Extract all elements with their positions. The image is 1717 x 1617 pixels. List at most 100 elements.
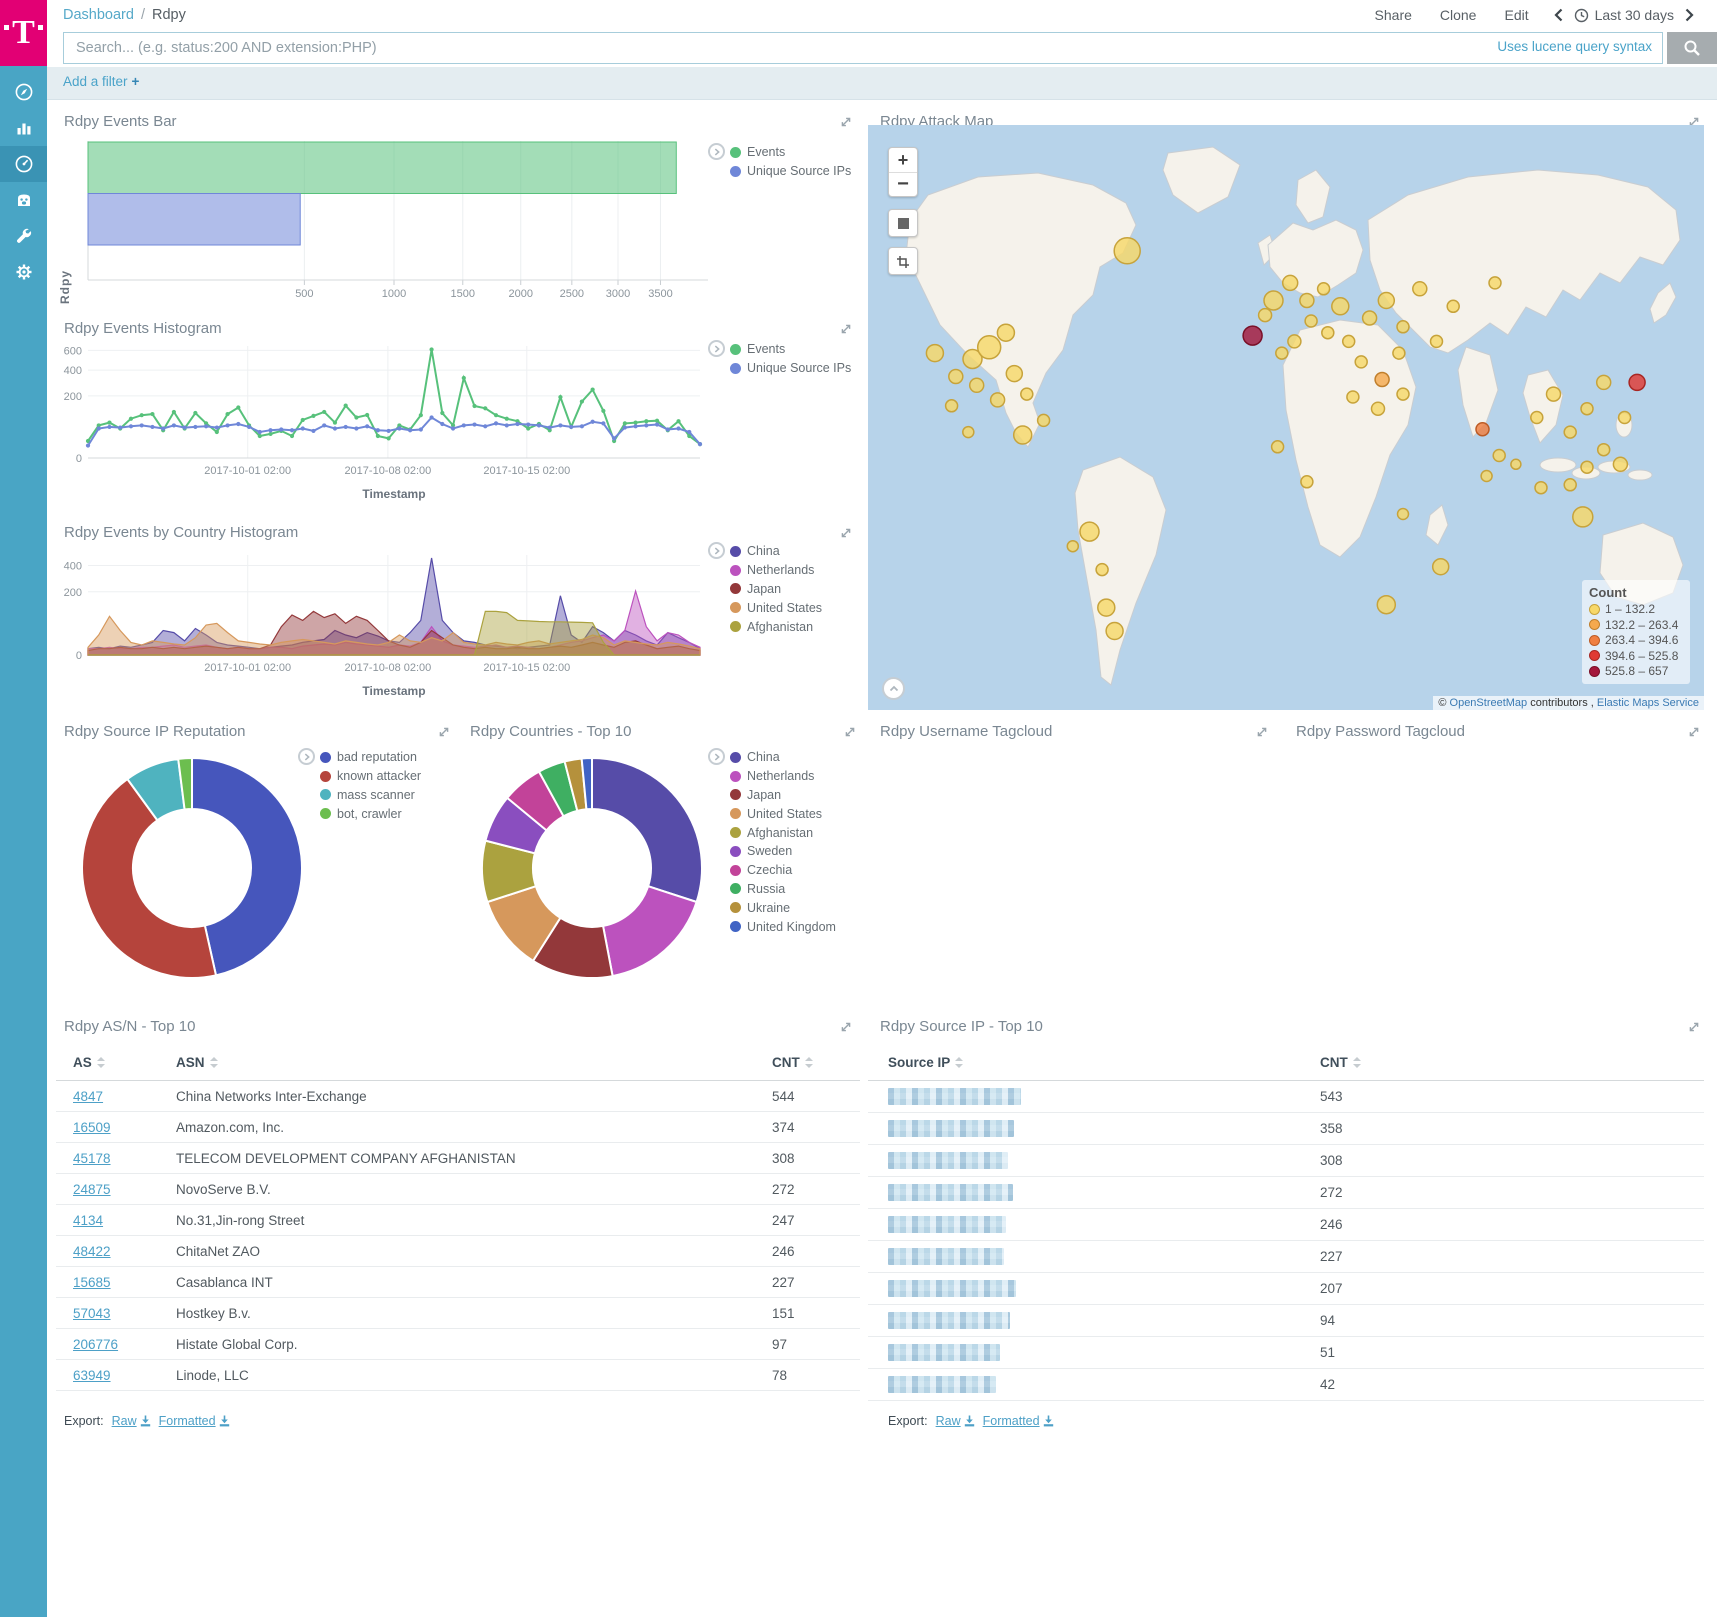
legend-item[interactable]: mass scanner — [320, 786, 421, 805]
draw-rectangle-button[interactable] — [888, 247, 918, 275]
sort-icon[interactable] — [955, 1056, 963, 1071]
attack-bubble[interactable] — [1067, 541, 1078, 552]
attack-bubble[interactable] — [1014, 426, 1032, 444]
attack-bubble[interactable] — [1535, 482, 1547, 494]
attack-bubble[interactable] — [1372, 402, 1385, 415]
attack-bubble[interactable] — [1098, 599, 1115, 616]
legend-item[interactable]: Unique Source IPs — [730, 162, 851, 181]
expand-panel-icon[interactable] — [1256, 725, 1268, 737]
legend-item[interactable]: United States — [730, 598, 822, 617]
export-formatted-link[interactable]: Formatted — [159, 1414, 230, 1428]
attack-bubble[interactable] — [1581, 403, 1593, 415]
column-header-CNT[interactable]: CNT — [755, 1046, 860, 1081]
sort-icon[interactable] — [805, 1056, 813, 1071]
attack-bubble[interactable] — [1397, 388, 1409, 400]
lucene-syntax-link[interactable]: Uses lucene query syntax — [1491, 39, 1652, 54]
bar-Events[interactable] — [88, 142, 676, 194]
legend-item[interactable]: Japan — [730, 786, 836, 805]
as-link[interactable]: 15685 — [73, 1275, 111, 1290]
attack-bubble[interactable] — [1363, 311, 1377, 325]
column-header-ASN[interactable]: ASN — [159, 1046, 755, 1081]
as-link[interactable]: 24875 — [73, 1182, 111, 1197]
attack-bubble[interactable] — [1375, 373, 1389, 387]
expand-panel-icon[interactable] — [844, 725, 856, 737]
attack-bubble[interactable] — [926, 345, 943, 362]
sidebar-item-discover[interactable] — [0, 74, 47, 110]
edit-button[interactable]: Edit — [1504, 7, 1528, 23]
sidebar-item-management[interactable] — [0, 254, 47, 290]
attack-bubble[interactable] — [978, 336, 1001, 359]
expand-panel-icon[interactable] — [840, 322, 852, 334]
legend-item[interactable]: Events — [730, 143, 851, 162]
legend-item[interactable]: United Kingdom — [730, 917, 836, 936]
attack-bubble[interactable] — [1272, 441, 1284, 453]
sort-icon[interactable] — [1353, 1056, 1361, 1071]
legend-item[interactable]: Ukraine — [730, 898, 836, 917]
share-button[interactable]: Share — [1375, 7, 1412, 23]
column-header-Source IP[interactable]: Source IP — [868, 1046, 1300, 1081]
legend-toggle-icon[interactable] — [708, 748, 725, 765]
as-link[interactable]: 4134 — [73, 1213, 103, 1228]
legend-item[interactable]: Unique Source IPs — [730, 359, 851, 378]
openstreetmap-link[interactable]: OpenStreetMap — [1450, 697, 1528, 709]
as-link[interactable]: 16509 — [73, 1120, 111, 1135]
attack-bubble[interactable] — [1301, 476, 1313, 488]
attack-bubble[interactable] — [1476, 423, 1489, 436]
breadcrumb-dashboard-link[interactable]: Dashboard — [63, 7, 134, 23]
export-raw-link[interactable]: Raw — [936, 1414, 975, 1428]
attack-map[interactable]: + − Count 1 – 132.2132.2 – 263.4263.4 – … — [868, 125, 1704, 710]
attack-bubble[interactable] — [1347, 391, 1359, 403]
search-input[interactable] — [64, 33, 1662, 63]
legend-item[interactable]: Japan — [730, 580, 822, 599]
attack-bubble[interactable] — [1431, 335, 1443, 347]
expand-panel-icon[interactable] — [840, 1020, 852, 1032]
expand-panel-icon[interactable] — [438, 725, 450, 737]
attack-bubble[interactable] — [963, 427, 974, 438]
expand-panel-icon[interactable] — [840, 526, 852, 538]
telekom-logo[interactable]: T — [0, 0, 47, 66]
legend-item[interactable]: Czechia — [730, 861, 836, 880]
attack-bubble[interactable] — [991, 393, 1005, 407]
as-link[interactable]: 206776 — [73, 1337, 118, 1352]
attack-bubble[interactable] — [1114, 238, 1140, 264]
legend-item[interactable]: China — [730, 748, 836, 767]
search-button[interactable] — [1667, 32, 1717, 64]
attack-bubble[interactable] — [1305, 315, 1317, 327]
attack-bubble[interactable] — [1433, 559, 1449, 575]
attack-bubble[interactable] — [1573, 507, 1593, 527]
legend-item[interactable]: Netherlands — [730, 561, 822, 580]
time-range-picker[interactable]: Last 30 days — [1574, 7, 1674, 23]
attack-bubble[interactable] — [1547, 387, 1561, 401]
attack-bubble[interactable] — [1581, 461, 1593, 473]
legend-item[interactable]: Events — [730, 340, 851, 359]
attack-bubble[interactable] — [1481, 471, 1492, 482]
expand-panel-icon[interactable] — [1688, 725, 1700, 737]
attack-bubble[interactable] — [1511, 459, 1521, 469]
sidebar-item-timelion[interactable] — [0, 182, 47, 218]
attack-bubble[interactable] — [1377, 596, 1395, 614]
legend-toggle-icon[interactable] — [708, 542, 725, 559]
attack-bubble[interactable] — [1259, 309, 1272, 322]
attack-bubble[interactable] — [1393, 347, 1405, 359]
attack-bubble[interactable] — [997, 324, 1014, 341]
donut-slice-China[interactable] — [592, 758, 702, 902]
as-link[interactable]: 63949 — [73, 1368, 111, 1383]
attack-bubble[interactable] — [970, 378, 984, 392]
sort-icon[interactable] — [97, 1056, 105, 1071]
attack-bubble[interactable] — [1038, 414, 1050, 426]
expand-panel-icon[interactable] — [1688, 1020, 1700, 1032]
attack-bubble[interactable] — [946, 400, 958, 412]
attack-bubble[interactable] — [1264, 291, 1283, 310]
attack-bubble[interactable] — [1597, 375, 1611, 389]
attack-bubble[interactable] — [1447, 300, 1459, 312]
reputation-donut-chart[interactable] — [72, 748, 312, 988]
attack-bubble[interactable] — [1598, 444, 1610, 456]
legend-item[interactable]: bad reputation — [320, 748, 421, 767]
legend-item[interactable]: United States — [730, 804, 836, 823]
attack-bubble[interactable] — [1493, 450, 1505, 462]
attack-bubble[interactable] — [1619, 412, 1631, 424]
attack-bubble[interactable] — [1021, 388, 1033, 400]
sort-icon[interactable] — [210, 1056, 218, 1071]
events-histogram-chart[interactable]: 02004006002017-10-01 02:002017-10-08 02:… — [56, 332, 716, 507]
attack-bubble[interactable] — [1096, 564, 1108, 576]
